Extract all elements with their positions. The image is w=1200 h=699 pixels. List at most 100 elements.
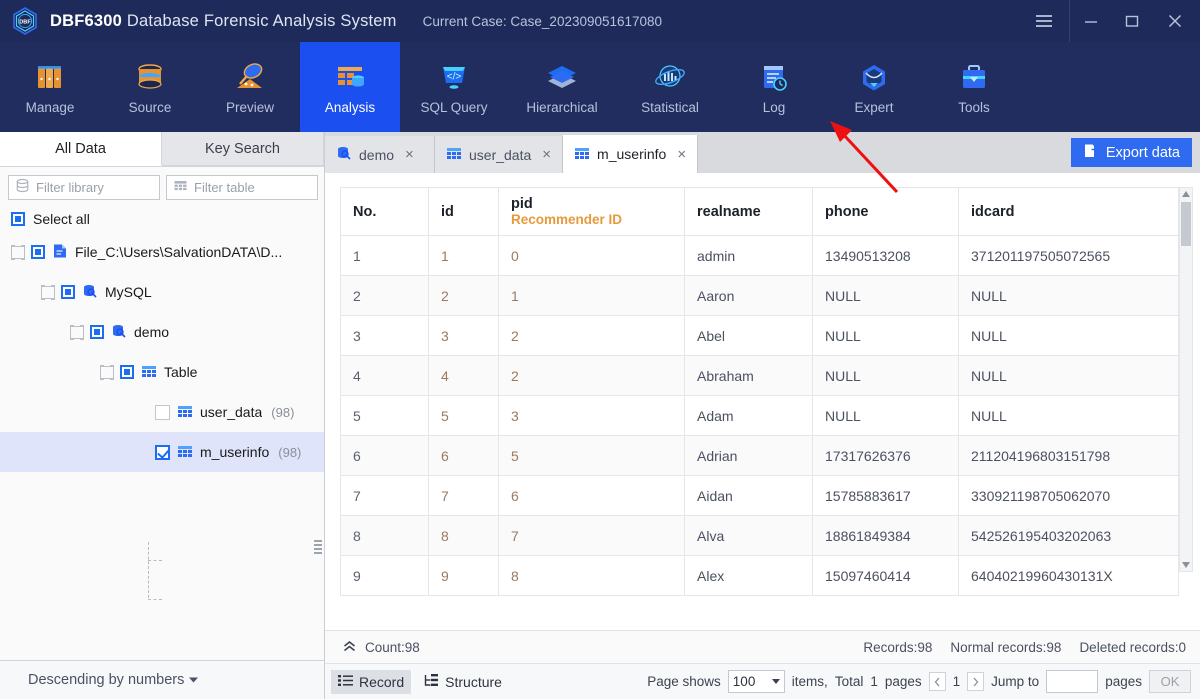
tree-checkbox-file[interactable] (31, 245, 45, 259)
column-header-pid[interactable]: pid Recommender ID (498, 187, 685, 236)
chevron-down-icon[interactable] (771, 679, 780, 684)
expander-icon[interactable] (69, 324, 84, 340)
view-toggle-record[interactable]: Record (331, 669, 412, 694)
filter-table-input[interactable]: Filter table (166, 175, 318, 200)
column-header-phone[interactable]: phone (812, 187, 959, 236)
record-stats: Records:98 Normal records:98 Deleted rec… (863, 640, 1186, 655)
maximize-icon[interactable] (1111, 0, 1152, 42)
tab-key-search[interactable]: Key Search (162, 132, 324, 166)
table-row[interactable]: 2 2 1 Aaron NULL NULL (340, 275, 1179, 316)
ribbon-item-preview[interactable]: Preview (200, 42, 300, 132)
items-label: items, (791, 674, 828, 689)
current-case-label: Current Case: Case_202309051617080 (422, 13, 663, 29)
data-tab-m-userinfo[interactable]: m_userinfo × (563, 135, 699, 173)
page-size-select[interactable]: 100 (727, 670, 785, 693)
table-small-icon (173, 178, 188, 198)
database-small-icon (15, 178, 30, 198)
ribbon-label-sql-query: SQL Query (420, 99, 488, 115)
books-icon (31, 60, 69, 96)
minimize-icon[interactable] (1070, 0, 1111, 42)
tree-checkbox-m-userinfo[interactable] (155, 444, 170, 460)
expander-icon[interactable] (10, 244, 25, 260)
cell-id: 6 (428, 435, 499, 476)
table-row[interactable]: 3 3 2 Abel NULL NULL (340, 315, 1179, 356)
ribbon-item-tools[interactable]: Tools (924, 42, 1024, 132)
database-tree: File_C:\Users\SalvationDATA\D... MySQL d… (0, 232, 324, 600)
table-row[interactable]: 6 6 5 Adrian 17317626376 211204196803151… (340, 435, 1179, 476)
close-tab-icon[interactable]: × (677, 146, 686, 163)
tree-item-demo[interactable]: demo (0, 312, 324, 352)
tab-all-data[interactable]: All Data (0, 132, 162, 166)
ribbon-item-log[interactable]: Log (724, 42, 824, 132)
chevron-up-icon[interactable] (343, 640, 356, 655)
pagination-controls: Page shows 100 items, Total 1 pages 1 Ju… (647, 670, 1191, 693)
table-row[interactable]: 8 8 7 Alva 18861849384 54252619540320206… (340, 515, 1179, 556)
tree-checkbox-mysql[interactable] (61, 285, 75, 299)
table-row[interactable]: 1 1 0 admin 13490513208 3712011975050725… (340, 235, 1179, 276)
filter-library-input[interactable]: Filter library (8, 175, 160, 200)
jump-to-input[interactable] (1046, 670, 1099, 693)
tree-item-file[interactable]: File_C:\Users\SalvationDATA\D... (0, 232, 324, 272)
hamburger-icon[interactable] (1018, 0, 1070, 42)
table-row[interactable]: 5 5 3 Adam NULL NULL (340, 395, 1179, 436)
chevron-down-icon[interactable] (188, 672, 199, 688)
cell-idcard: 542526195403202063 (958, 515, 1179, 556)
cell-realname: Alva (684, 515, 813, 556)
title-bar: DBF DBF6300 Database Forensic Analysis S… (0, 0, 1200, 42)
tree-item-m-userinfo[interactable]: m_userinfo (98) (0, 432, 324, 472)
data-tab-user-data[interactable]: user_data × (435, 136, 564, 173)
column-header-no[interactable]: No. (340, 187, 429, 236)
code-icon: </> (435, 60, 473, 96)
cell-pid: 0 (498, 235, 685, 276)
select-all-checkbox[interactable] (11, 212, 25, 226)
close-tab-icon[interactable]: × (542, 146, 551, 163)
cell-id: 5 (428, 395, 499, 436)
ok-button[interactable]: OK (1149, 670, 1191, 693)
vertical-scrollbar[interactable] (1179, 187, 1193, 572)
ribbon-label-tools: Tools (958, 99, 990, 115)
select-all-row[interactable]: Select all (0, 204, 324, 232)
cell-pid: 5 (498, 435, 685, 476)
layers-icon (543, 60, 581, 96)
scroll-up-icon[interactable] (1182, 191, 1190, 197)
scroll-down-icon[interactable] (1182, 562, 1190, 568)
column-header-realname[interactable]: realname (684, 187, 813, 236)
tree-item-mysql[interactable]: MySQL (0, 272, 324, 312)
ribbon-item-manage[interactable]: Manage (0, 42, 100, 132)
ribbon-item-sql-query[interactable]: </> SQL Query (400, 42, 508, 132)
ribbon-item-expert[interactable]: Expert (824, 42, 924, 132)
ribbon-label-hierarchical: Hierarchical (526, 99, 598, 115)
view-toggle-structure[interactable]: Structure (417, 670, 509, 694)
sort-order-dropdown[interactable]: Descending by numbers (0, 660, 324, 699)
tree-checkbox-demo[interactable] (90, 325, 104, 339)
next-page-button[interactable] (967, 672, 985, 691)
tree-guide-line (148, 542, 149, 598)
table-row[interactable]: 4 4 2 Abraham NULL NULL (340, 355, 1179, 396)
table-row[interactable]: 9 9 8 Alex 15097460414 64040219960430131… (340, 555, 1179, 596)
column-header-idcard[interactable]: idcard (958, 187, 1179, 236)
analysis-grid-icon (331, 60, 369, 96)
tree-checkbox-table-folder[interactable] (120, 365, 134, 379)
ribbon-item-source[interactable]: Source (100, 42, 200, 132)
cell-idcard: 371201197505072565 (958, 235, 1179, 276)
panel-splitter-grip[interactable] (314, 536, 322, 558)
column-header-id[interactable]: id (428, 187, 499, 236)
export-data-button[interactable]: Export data (1070, 138, 1192, 167)
close-icon[interactable] (1152, 0, 1198, 42)
cell-no: 4 (340, 355, 429, 396)
prev-page-button[interactable] (928, 672, 946, 691)
data-tab-demo[interactable]: demo × (325, 136, 435, 173)
vertical-scroll-thumb[interactable] (1181, 202, 1191, 246)
expander-icon[interactable] (40, 284, 55, 300)
ribbon-item-statistical[interactable]: Statistical (616, 42, 724, 132)
ribbon-item-hierarchical[interactable]: Hierarchical (508, 42, 616, 132)
export-data-label: Export data (1105, 144, 1180, 161)
table-row[interactable]: 7 7 6 Aidan 15785883617 3309211987050620… (340, 475, 1179, 516)
tree-checkbox-user-data[interactable] (155, 404, 170, 420)
left-panel-tabs: All Data Key Search (0, 132, 324, 167)
expander-icon[interactable] (99, 364, 114, 380)
ribbon-item-analysis[interactable]: Analysis (300, 42, 400, 132)
tree-item-table-folder[interactable]: Table (0, 352, 324, 392)
close-tab-icon[interactable]: × (405, 146, 414, 163)
tree-item-user-data[interactable]: user_data (98) (0, 392, 324, 432)
